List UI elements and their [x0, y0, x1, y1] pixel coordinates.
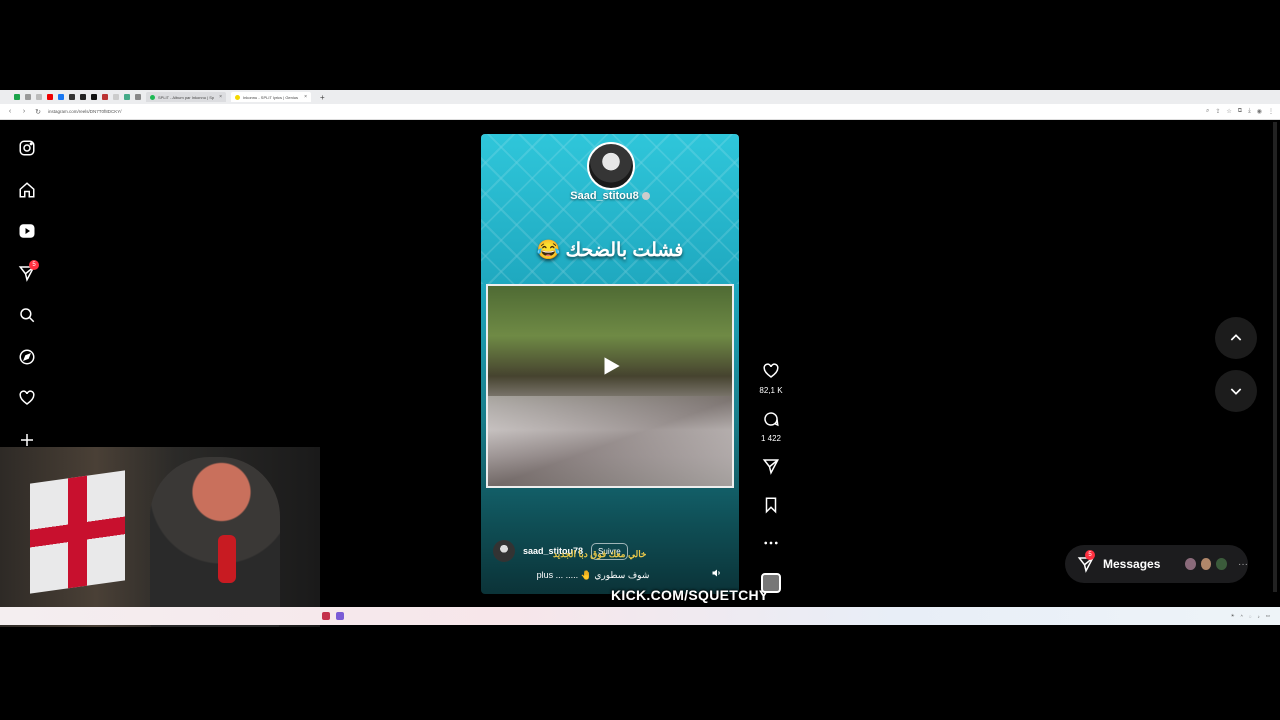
- author-avatar[interactable]: [493, 540, 515, 562]
- contact-avatar: [1199, 557, 1213, 571]
- more-icon[interactable]: [762, 534, 780, 552]
- page-scrollbar[interactable]: [1273, 122, 1277, 592]
- reel-caption-headline: فشلت بالضحك 😂: [536, 240, 684, 261]
- microphone: [218, 535, 236, 583]
- pinned-tab-icon[interactable]: [25, 94, 31, 100]
- home-icon[interactable]: [17, 180, 37, 200]
- previous-reel-button[interactable]: [1215, 317, 1257, 359]
- chevron-down-icon: [1230, 388, 1242, 395]
- stream-watermark: KICK.COM/SQUETCHY: [611, 587, 769, 603]
- reel-card[interactable]: Saad_stitou8 فشلت بالضحك 😂 saad_stitou78…: [481, 134, 739, 594]
- browser-tab-bar: SPLIT - Album par Inkonnu | Sp × Inkonnu…: [0, 90, 1280, 104]
- reel-creator-handle: Saad_stitou8: [481, 190, 739, 202]
- screen: SPLIT - Album par Inkonnu | Sp × Inkonnu…: [0, 0, 1280, 720]
- bookmark-icon[interactable]: [762, 496, 780, 514]
- like-count: 82,1 K: [759, 386, 783, 395]
- audio-icon[interactable]: [711, 566, 723, 578]
- close-tab-icon[interactable]: ×: [219, 94, 222, 100]
- play-icon[interactable]: [593, 348, 629, 384]
- pinned-tab-icon[interactable]: [124, 94, 130, 100]
- reel-video[interactable]: [486, 284, 734, 488]
- contact-avatar: [1183, 557, 1197, 571]
- streamer: [150, 457, 280, 627]
- system-tray: ☀ ^ ◌ ♪ ▭: [1231, 613, 1280, 619]
- spotify-icon: [150, 94, 155, 100]
- notification-badge: 5: [29, 260, 39, 270]
- reel-overlay-text: خالي معك فوق دبا الجديد: [553, 549, 647, 559]
- next-reel-button[interactable]: [1215, 370, 1257, 412]
- notification-icon[interactable]: ▭: [1266, 613, 1270, 619]
- share-icon[interactable]: ⇪: [1215, 108, 1220, 115]
- pinned-tab-icon[interactable]: [135, 94, 141, 100]
- pinned-tab-icon[interactable]: [113, 94, 119, 100]
- comment-icon[interactable]: [762, 410, 780, 428]
- reel-handle-text: Saad_stitou8: [570, 190, 639, 202]
- pinned-tab-icon[interactable]: [102, 94, 108, 100]
- verified-icon: [641, 192, 650, 201]
- union-jack-flag: [30, 470, 125, 594]
- weather-icon[interactable]: ☀: [1231, 613, 1235, 619]
- bookmark-star-icon[interactable]: ☆: [1226, 108, 1231, 115]
- taskbar-app-icon[interactable]: [322, 612, 330, 620]
- reel-description[interactable]: plus ... ..... 🤚 شوف سطوري: [493, 570, 693, 581]
- pinned-tab-icon[interactable]: [36, 94, 42, 100]
- heart-icon[interactable]: [17, 388, 37, 408]
- streamer-webcam: [0, 447, 320, 627]
- youtube-tab-icon[interactable]: [47, 94, 53, 100]
- browser-tab[interactable]: SPLIT - Album par Inkonnu | Sp ×: [146, 92, 226, 102]
- genius-icon: [235, 94, 240, 100]
- more-action[interactable]: [756, 534, 786, 557]
- contact-avatar: [1215, 557, 1228, 571]
- pinned-tab-icon[interactable]: [80, 94, 86, 100]
- address-bar-actions: ⌕ ⇪ ☆ ⧉ ⤓ ◉ ⋮: [1206, 108, 1274, 115]
- messages-button[interactable]: 5 Messages ···: [1065, 545, 1248, 583]
- zoom-icon[interactable]: ⌕: [1206, 108, 1209, 115]
- more-icon: ···: [1237, 558, 1248, 570]
- messages-icon[interactable]: 5: [17, 260, 39, 283]
- close-tab-icon[interactable]: ×: [304, 94, 307, 100]
- tray-chevron-icon[interactable]: ^: [1241, 614, 1243, 619]
- pinned-tab-icon[interactable]: [91, 94, 97, 100]
- back-icon[interactable]: ‹: [6, 108, 14, 115]
- video-scene: [488, 396, 732, 486]
- profile-icon[interactable]: ◉: [1257, 108, 1262, 115]
- windows-taskbar: ☀ ^ ◌ ♪ ▭: [0, 607, 1280, 625]
- reload-icon[interactable]: ↻: [34, 108, 42, 116]
- facebook-tab-icon[interactable]: [58, 94, 64, 100]
- pinned-tab-icon[interactable]: [69, 94, 75, 100]
- like-action[interactable]: 82,1 K: [756, 362, 786, 395]
- tab-title: SPLIT - Album par Inkonnu | Sp: [158, 94, 215, 100]
- taskbar-app-icon[interactable]: [336, 612, 344, 620]
- browser-tab-active[interactable]: Inkonnu - SPLIT lyrics | Genius ×: [231, 92, 311, 102]
- reels-icon[interactable]: [17, 221, 37, 241]
- comment-count: 1 422: [760, 434, 782, 443]
- address-bar: ‹ › ↻ instagram.com/reels/DN7T0f8DCKY/ ⌕…: [0, 104, 1280, 120]
- original-audio-thumbnail[interactable]: [761, 573, 781, 593]
- messages-label: Messages: [1103, 557, 1161, 571]
- share-action[interactable]: [756, 457, 786, 480]
- volume-icon[interactable]: ♪: [1257, 614, 1259, 619]
- network-icon[interactable]: ◌: [1249, 614, 1252, 619]
- url-field[interactable]: instagram.com/reels/DN7T0f8DCKY/: [48, 109, 122, 114]
- comment-action[interactable]: 1 422: [756, 410, 786, 443]
- new-tab-icon[interactable]: +: [320, 93, 325, 102]
- direct-message-icon: 5: [1077, 550, 1095, 573]
- instagram-logo-icon[interactable]: [17, 138, 37, 158]
- messages-badge: 5: [1085, 550, 1095, 560]
- pinned-tab-icon[interactable]: [14, 94, 20, 100]
- forward-icon[interactable]: ›: [20, 108, 28, 115]
- download-icon[interactable]: ⤓: [1248, 108, 1251, 115]
- share-icon[interactable]: [762, 457, 780, 475]
- save-action[interactable]: [756, 496, 786, 519]
- search-icon[interactable]: [17, 305, 37, 325]
- tab-title: Inkonnu - SPLIT lyrics | Genius: [243, 94, 298, 100]
- instagram-sidebar: 5: [0, 120, 54, 450]
- menu-icon[interactable]: ⋮: [1268, 108, 1274, 115]
- explore-icon[interactable]: [17, 347, 37, 367]
- chevron-up-icon: [1230, 334, 1242, 341]
- heart-icon[interactable]: [762, 362, 780, 380]
- extensions-icon[interactable]: ⧉: [1238, 108, 1242, 115]
- reel-creator-avatar: [587, 142, 635, 190]
